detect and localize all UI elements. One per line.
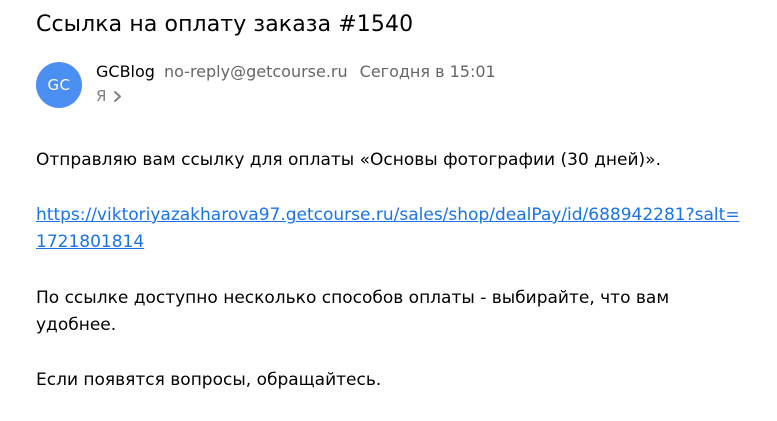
sender-info: GCBlog no-reply@getcourse.ru Сегодня в 1… xyxy=(96,61,496,83)
sender-name[interactable]: GCBlog xyxy=(96,61,155,83)
payment-link[interactable]: https://viktoriyazakharova97.getcourse.r… xyxy=(36,202,746,256)
body-paragraph-3: По ссылке доступно несколько способов оп… xyxy=(36,288,670,335)
body-paragraph-1: Отправляю вам ссылку для оплаты «Основы … xyxy=(36,150,661,170)
body-paragraph-4: Если появятся вопросы, обращайтесь. xyxy=(36,370,382,390)
email-subject: Ссылка на оплату заказа #1540 xyxy=(36,12,414,37)
recipient-toggle[interactable]: Я xyxy=(96,86,124,106)
sent-date: Сегодня в 15:01 xyxy=(359,62,496,81)
sender-email[interactable]: no-reply@getcourse.ru xyxy=(164,61,348,83)
recipient-label: Я xyxy=(96,87,107,105)
chevron-right-icon xyxy=(112,86,124,106)
sender-avatar[interactable]: GC xyxy=(36,62,82,108)
